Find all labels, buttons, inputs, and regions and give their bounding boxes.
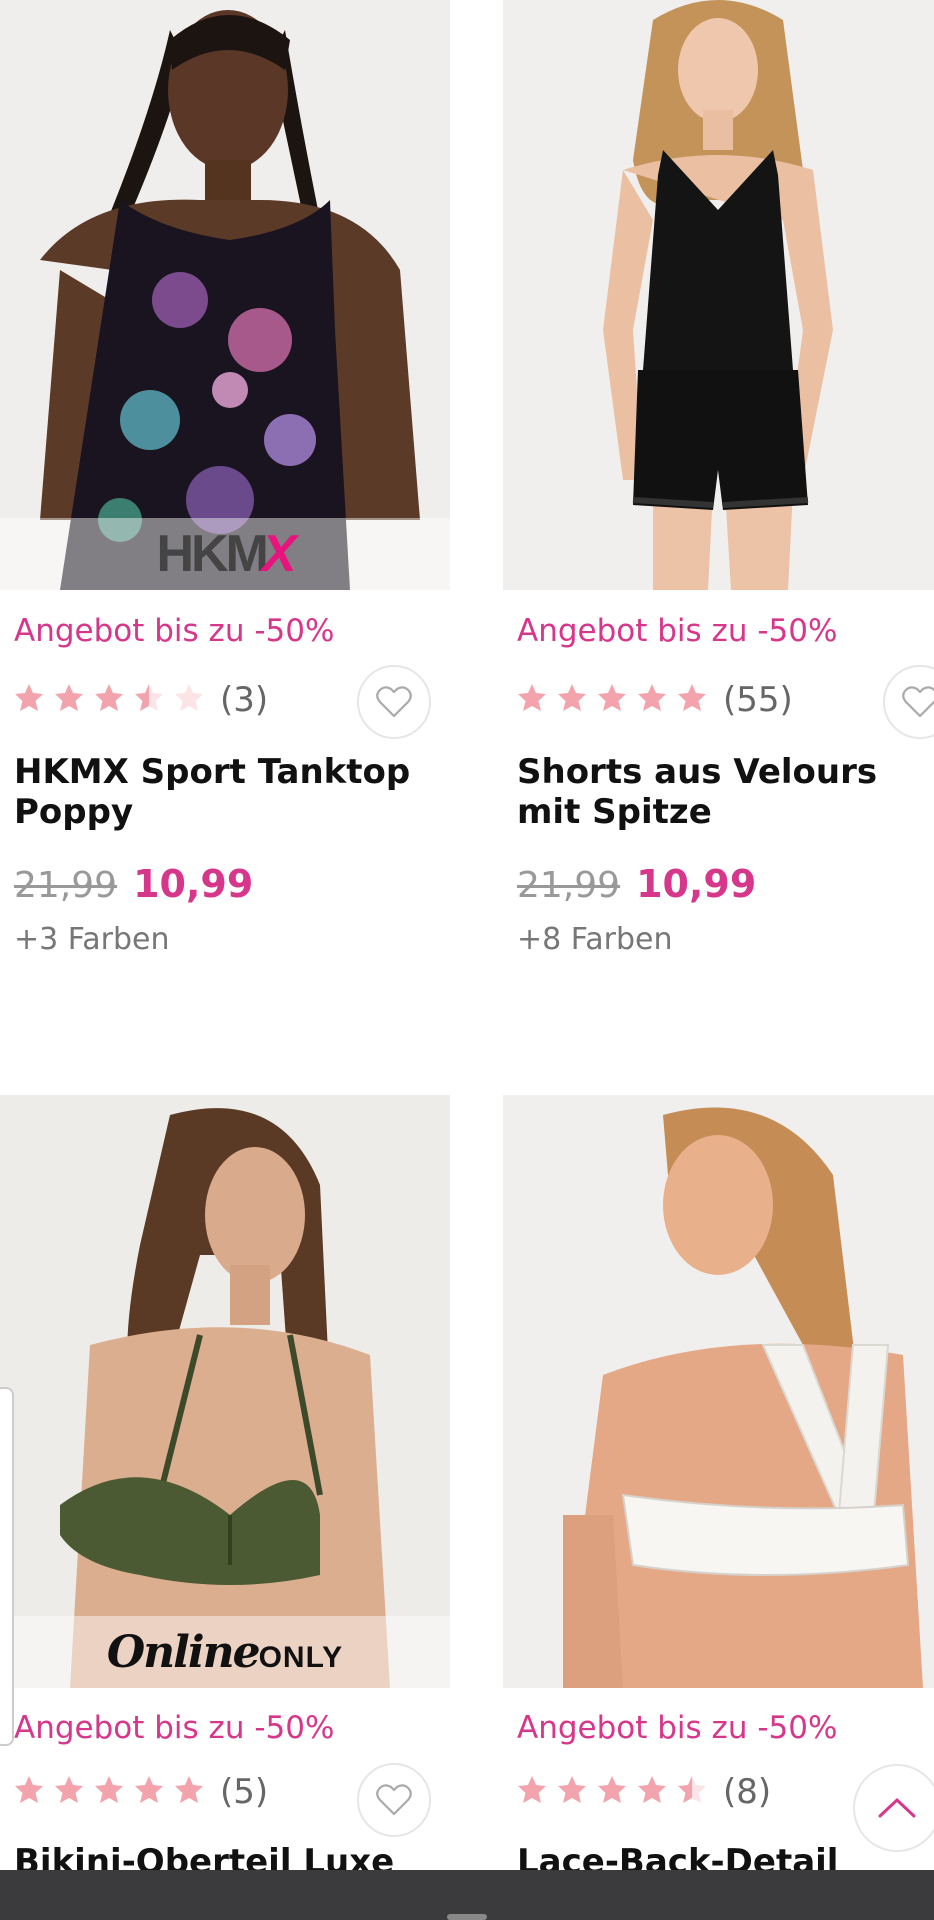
rating-stars bbox=[14, 1775, 214, 1809]
star-icon bbox=[598, 1776, 626, 1803]
heart-outline-icon bbox=[902, 686, 934, 718]
rating-stars bbox=[517, 1775, 717, 1809]
product-card[interactable]: HKMX Angebot bis zu -50% (3) HKMX Sport … bbox=[0, 0, 450, 957]
product-image[interactable]: HKMX bbox=[0, 0, 450, 590]
wishlist-button[interactable] bbox=[357, 1763, 431, 1837]
product-card[interactable]: OnlineONLY Angebot bis zu -50% (5) Bikin… bbox=[0, 1095, 450, 1882]
star-icon bbox=[638, 1776, 666, 1803]
star-icon bbox=[558, 1776, 586, 1803]
heart-outline-icon bbox=[376, 1784, 412, 1816]
system-navigation-bar bbox=[0, 1870, 934, 1920]
promo-label: Angebot bis zu -50% bbox=[517, 613, 838, 649]
rating-count: (5) bbox=[220, 1772, 269, 1812]
star-icon bbox=[175, 1776, 203, 1803]
promo-label: Angebot bis zu -50% bbox=[14, 1710, 335, 1746]
product-name[interactable]: HKMX Sport Tanktop Poppy bbox=[14, 752, 444, 832]
rating: (3) bbox=[14, 672, 268, 728]
star-icon bbox=[678, 684, 706, 711]
star-icon bbox=[95, 1776, 123, 1803]
hkmx-logo: HKMX bbox=[156, 525, 296, 583]
heart-outline-icon bbox=[376, 686, 412, 718]
star-icon bbox=[598, 684, 626, 711]
star-icon bbox=[135, 1776, 163, 1803]
star-icon bbox=[175, 684, 203, 711]
rating-count: (8) bbox=[723, 1772, 772, 1812]
product-image[interactable] bbox=[503, 0, 934, 590]
product-image[interactable]: OnlineONLY bbox=[0, 1095, 450, 1688]
star-icon bbox=[638, 684, 666, 711]
star-icon bbox=[518, 1776, 546, 1803]
wishlist-button[interactable] bbox=[357, 665, 431, 739]
wishlist-button[interactable] bbox=[883, 665, 934, 739]
star-icon bbox=[15, 1776, 43, 1803]
chevron-up-icon bbox=[878, 1797, 916, 1818]
home-indicator[interactable] bbox=[447, 1914, 487, 1920]
product-card[interactable]: Angebot bis zu -50% (8) Lace-Back-Detail bbox=[503, 1095, 934, 1882]
promo-label: Angebot bis zu -50% bbox=[517, 1710, 838, 1746]
rating: (5) bbox=[14, 1764, 268, 1820]
star-icon bbox=[55, 1776, 83, 1803]
rating-stars bbox=[517, 683, 717, 717]
online-caps: ONLY bbox=[258, 1640, 344, 1674]
color-count[interactable]: +8 Farben bbox=[517, 922, 673, 957]
star-icon bbox=[95, 684, 123, 711]
old-price: 21,99 bbox=[14, 865, 118, 906]
rating: (55) bbox=[517, 672, 793, 728]
rating-count: (3) bbox=[220, 680, 269, 720]
star-icon bbox=[558, 684, 586, 711]
scroll-to-top-button[interactable] bbox=[853, 1764, 934, 1852]
sale-price: 10,99 bbox=[636, 862, 757, 906]
old-price: 21,99 bbox=[517, 865, 621, 906]
rating-count: (55) bbox=[723, 680, 793, 720]
side-drawer-handle[interactable] bbox=[0, 1387, 14, 1746]
star-icon bbox=[135, 684, 163, 711]
online-script: Online bbox=[106, 1626, 261, 1678]
online-only-logo: OnlineONLY bbox=[107, 1627, 343, 1678]
star-icon bbox=[678, 1776, 706, 1803]
online-only-badge: OnlineONLY bbox=[0, 1616, 450, 1688]
price-row: 21,99 10,99 bbox=[517, 862, 756, 906]
brand-badge: HKMX bbox=[0, 518, 450, 590]
price-row: 21,99 10,99 bbox=[14, 862, 253, 906]
product-image[interactable] bbox=[503, 1095, 934, 1688]
color-count[interactable]: +3 Farben bbox=[14, 922, 170, 957]
product-name[interactable]: Shorts aus Velours mit Spitze bbox=[517, 752, 934, 832]
rating-stars bbox=[14, 683, 214, 717]
star-icon bbox=[15, 684, 43, 711]
sale-price: 10,99 bbox=[133, 862, 254, 906]
rating: (8) bbox=[517, 1764, 771, 1820]
star-icon bbox=[518, 684, 546, 711]
star-icon bbox=[55, 684, 83, 711]
product-card[interactable]: Angebot bis zu -50% (55) Shorts aus Velo… bbox=[503, 0, 934, 957]
promo-label: Angebot bis zu -50% bbox=[14, 613, 335, 649]
